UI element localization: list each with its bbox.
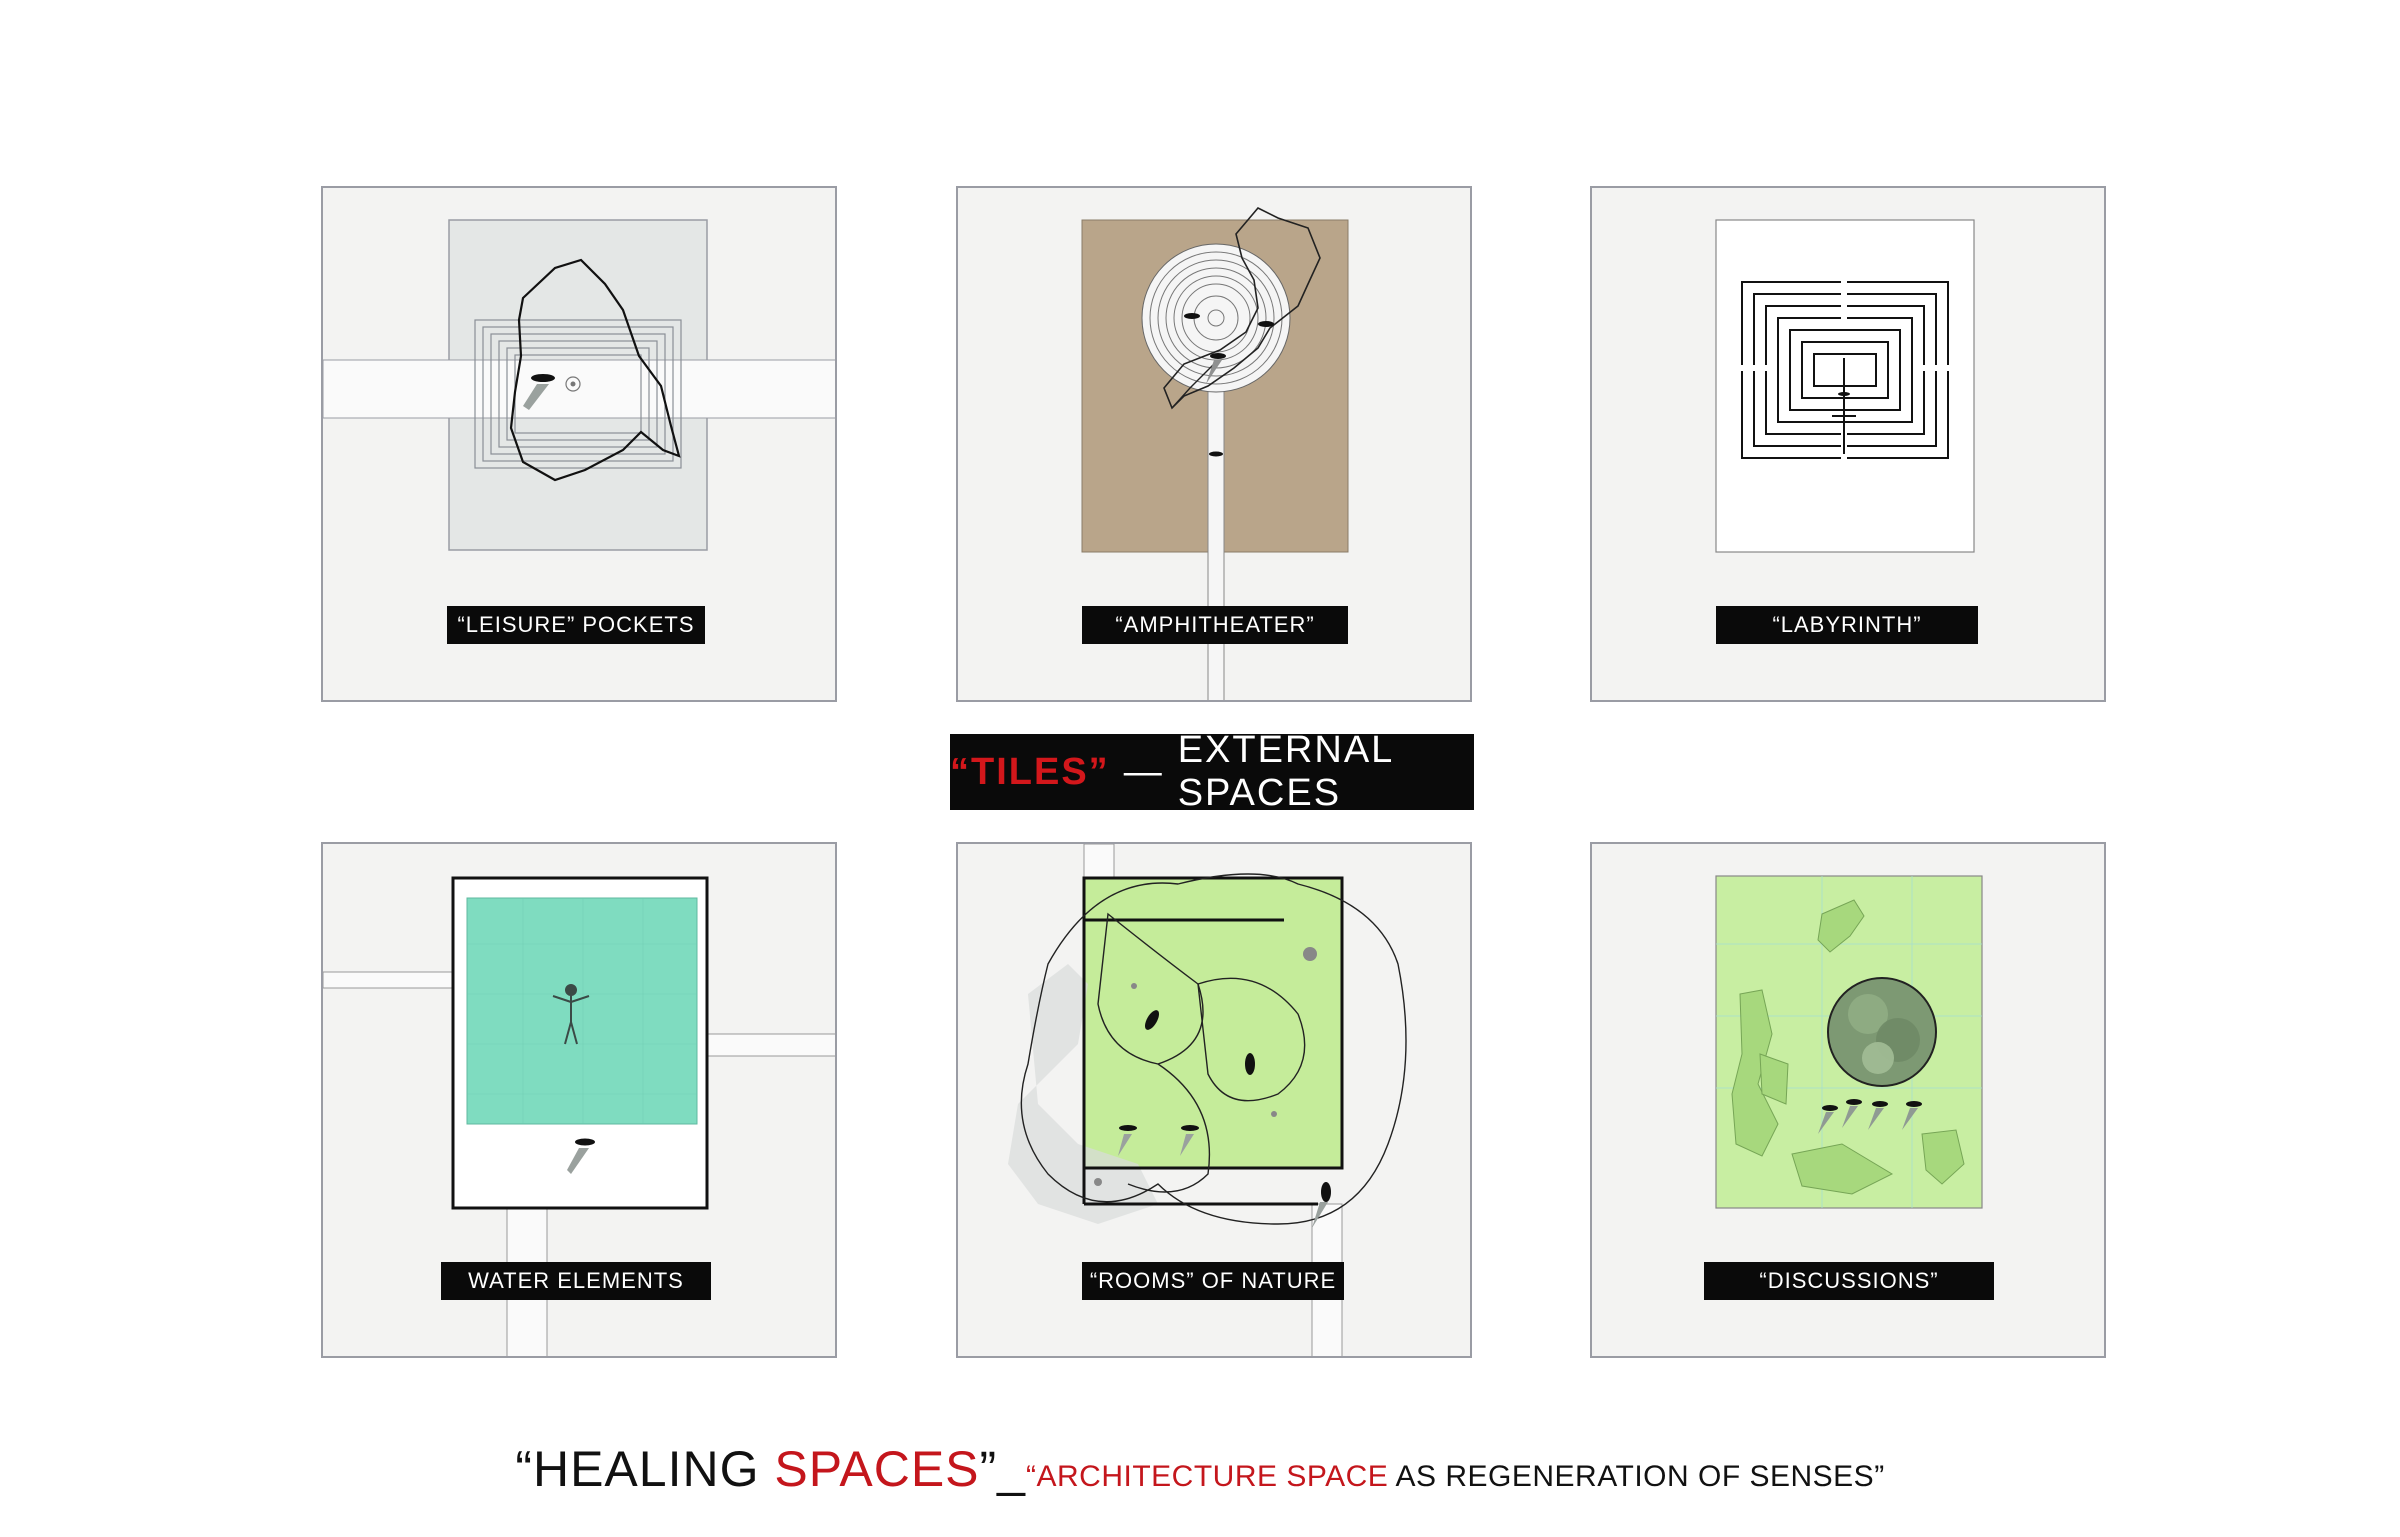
title-text: EXTERNAL SPACES	[1177, 729, 1393, 814]
tile-label-amphitheater: “AMPHITHEATER”	[1082, 606, 1348, 644]
footer-title: “HEALING SPACES”_	[515, 1441, 1026, 1497]
tile-leisure-pockets: “LEISURE” POCKETS	[321, 186, 837, 702]
footer-title-highlight: SPACES	[774, 1441, 980, 1497]
footer-subtitle-highlight: “ARCHITECTURE SPACE	[1026, 1460, 1389, 1493]
section-title: “TILES” — EXTERNAL SPACES	[950, 729, 1474, 814]
tile-water-elements: WATER ELEMENTS	[321, 842, 837, 1358]
tile-label-labyrinth: “LABYRINTH”	[1716, 606, 1978, 644]
tile-label-water: WATER ELEMENTS	[441, 1262, 711, 1300]
footer-subtitle: “ARCHITECTURE SPACE AS REGENERATION OF S…	[1026, 1460, 1885, 1493]
tile-rooms-of-nature: “ROOMS” OF NATURE	[956, 842, 1472, 1358]
footer-title-part1: “HEALING	[515, 1441, 775, 1497]
tile-labyrinth: “LABYRINTH”	[1590, 186, 2106, 702]
footer-title-part2: ”_	[979, 1441, 1026, 1497]
tile-label-leisure: “LEISURE” POCKETS	[447, 606, 705, 644]
footer-subtitle-rest: AS REGENERATION OF SENSES”	[1388, 1460, 1885, 1493]
tile-label-discussions: “DISCUSSIONS”	[1704, 1262, 1994, 1300]
title-dash: —	[1123, 750, 1164, 793]
title-highlight: “TILES”	[950, 750, 1110, 793]
footer-caption: “HEALING SPACES”_“ARCHITECTURE SPACE AS …	[0, 1440, 2400, 1498]
tile-label-rooms: “ROOMS” OF NATURE	[1082, 1262, 1344, 1300]
tile-discussions: “DISCUSSIONS”	[1590, 842, 2106, 1358]
tile-amphitheater: “AMPHITHEATER”	[956, 186, 1472, 702]
